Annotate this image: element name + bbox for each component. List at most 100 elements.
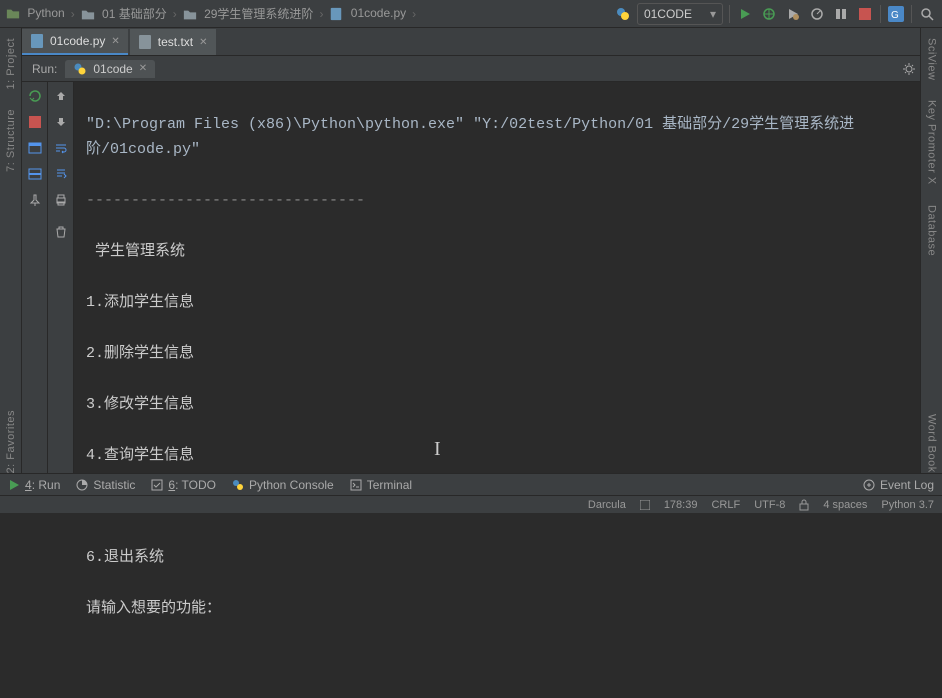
close-icon[interactable]: ✕ bbox=[139, 63, 147, 74]
event-log-icon bbox=[863, 479, 875, 491]
run-tool-tab[interactable]: 4: Run bbox=[8, 478, 60, 492]
python-icon bbox=[232, 479, 244, 491]
statistic-tool-tab[interactable]: Statistic bbox=[76, 478, 135, 492]
run-button[interactable] bbox=[736, 5, 754, 23]
statistic-icon bbox=[76, 479, 88, 491]
clear-all-button[interactable] bbox=[53, 224, 69, 240]
breadcrumb-root[interactable]: Python bbox=[6, 6, 65, 21]
python-icon bbox=[615, 6, 631, 22]
attach-debugger-button[interactable] bbox=[27, 140, 43, 156]
run-action-gutter-left bbox=[22, 82, 48, 483]
sciview-tool-window[interactable]: SciView bbox=[926, 28, 938, 90]
play-icon bbox=[8, 479, 20, 491]
status-theme[interactable]: Darcula bbox=[588, 499, 626, 511]
project-tool-window[interactable]: 1: Project bbox=[5, 28, 17, 99]
run-settings-button[interactable] bbox=[902, 62, 916, 76]
console-menu-item: 1.添加学生信息 bbox=[86, 290, 908, 316]
editor-tab-label: test.txt bbox=[158, 35, 193, 49]
console-command-line: "D:\Program Files (x86)\Python\python.ex… bbox=[86, 112, 908, 163]
structure-tool-window[interactable]: 7: Structure bbox=[5, 99, 17, 182]
console-menu-item: 2.删除学生信息 bbox=[86, 341, 908, 367]
readonly-status[interactable] bbox=[799, 499, 809, 511]
editor-tab-testtxt[interactable]: test.txt ✕ bbox=[130, 29, 216, 55]
status-line-separator[interactable]: CRLF bbox=[711, 499, 740, 511]
console-prompt: 请输入想要的功能： bbox=[86, 596, 908, 622]
todo-tool-tab[interactable]: 6: TODO bbox=[151, 478, 216, 492]
breadcrumb-item[interactable]: 29学生管理系统进阶 bbox=[183, 5, 314, 22]
keypromoter-tool-window[interactable]: Key Promoter X bbox=[926, 90, 938, 195]
stop-process-button[interactable] bbox=[27, 114, 43, 130]
up-button[interactable] bbox=[53, 88, 69, 104]
separator bbox=[729, 5, 730, 23]
run-config-selector[interactable]: 01CODE ▾ bbox=[637, 3, 723, 25]
run-tool-window: "D:\Program Files (x86)\Python\python.ex… bbox=[22, 82, 920, 483]
folder-icon bbox=[81, 8, 95, 22]
rerun-button[interactable] bbox=[27, 88, 43, 104]
run-tool-window-header: Run: 01code ✕ — bbox=[0, 56, 942, 82]
profile-button[interactable] bbox=[808, 5, 826, 23]
folder-icon bbox=[183, 8, 197, 22]
run-action-gutter-right bbox=[48, 82, 74, 483]
scroll-end-icon bbox=[54, 167, 68, 181]
text-file-icon bbox=[138, 35, 152, 49]
arrow-up-icon bbox=[55, 90, 67, 102]
coverage-button[interactable] bbox=[784, 5, 802, 23]
event-log-tool-tab[interactable]: Event Log bbox=[863, 478, 934, 492]
run-coverage-icon bbox=[786, 7, 800, 21]
scroll-to-end-button[interactable] bbox=[53, 166, 69, 182]
editor-tabs: 01code.py ✕ test.txt ✕ bbox=[0, 28, 942, 56]
layout-icon bbox=[28, 141, 42, 155]
close-icon[interactable]: ✕ bbox=[199, 37, 207, 48]
stop-icon bbox=[859, 8, 871, 20]
favorites-tool-window[interactable]: 2: Favorites bbox=[5, 400, 17, 483]
pin-icon bbox=[28, 193, 42, 207]
trash-icon bbox=[54, 225, 68, 239]
debug-button[interactable] bbox=[760, 5, 778, 23]
stop-button[interactable] bbox=[856, 5, 874, 23]
soft-wrap-button[interactable] bbox=[53, 140, 69, 156]
editor-tab-01code[interactable]: 01code.py ✕ bbox=[22, 29, 128, 55]
concurrency-button[interactable] bbox=[832, 5, 850, 23]
rerun-icon bbox=[28, 89, 42, 103]
python-icon bbox=[73, 62, 87, 76]
console-separator: ------------------------------- bbox=[86, 188, 908, 214]
play-icon bbox=[738, 7, 752, 21]
run-title: Run: bbox=[32, 62, 57, 76]
status-python[interactable]: Python 3.7 bbox=[881, 499, 934, 511]
run-with-coverage-button[interactable] bbox=[27, 166, 43, 182]
toolbar-right: 01CODE ▾ G bbox=[615, 3, 936, 25]
search-icon bbox=[920, 7, 934, 21]
close-icon[interactable]: ✕ bbox=[111, 36, 119, 47]
layout-alt-icon bbox=[28, 167, 42, 181]
run-tab-01code[interactable]: 01code ✕ bbox=[65, 60, 155, 78]
readonly-toggle-icon[interactable] bbox=[640, 500, 650, 510]
wordbook-tool-window[interactable]: Word Book bbox=[926, 404, 938, 483]
pin-tab-button[interactable] bbox=[27, 192, 43, 208]
database-tool-window[interactable]: Database bbox=[926, 195, 938, 266]
todo-icon bbox=[151, 479, 163, 491]
python-file-icon bbox=[30, 34, 44, 48]
arrow-down-icon bbox=[55, 116, 67, 128]
profile-icon bbox=[810, 7, 824, 21]
breadcrumb-file[interactable]: 01code.py bbox=[329, 6, 406, 21]
status-indent[interactable]: 4 spaces bbox=[823, 499, 867, 511]
status-caret-position[interactable]: 178:39 bbox=[664, 499, 698, 511]
print-button[interactable] bbox=[53, 192, 69, 208]
search-button[interactable] bbox=[918, 5, 936, 23]
status-bar: Darcula 178:39 CRLF UTF-8 4 spaces Pytho… bbox=[0, 495, 942, 513]
breadcrumb-item[interactable]: 01 基础部分 bbox=[81, 5, 167, 22]
console-menu-title: 学生管理系统 bbox=[86, 239, 908, 265]
bottom-tool-tabs: 4: Run Statistic 6: TODO Python Console … bbox=[0, 473, 942, 495]
chevron-right-icon: › bbox=[412, 7, 416, 21]
console-menu-item: 6.退出系统 bbox=[86, 545, 908, 571]
down-button[interactable] bbox=[53, 114, 69, 130]
chevron-right-icon: › bbox=[319, 7, 323, 21]
terminal-tool-tab[interactable]: Terminal bbox=[350, 478, 412, 492]
console-output[interactable]: "D:\Program Files (x86)\Python\python.ex… bbox=[74, 82, 920, 483]
separator bbox=[911, 5, 912, 23]
python-console-tool-tab[interactable]: Python Console bbox=[232, 478, 334, 492]
status-encoding[interactable]: UTF-8 bbox=[754, 499, 785, 511]
right-tool-rail: SciView Key Promoter X Database Word Boo… bbox=[920, 28, 942, 483]
translate-button[interactable]: G bbox=[887, 5, 905, 23]
translate-icon: G bbox=[888, 6, 904, 22]
